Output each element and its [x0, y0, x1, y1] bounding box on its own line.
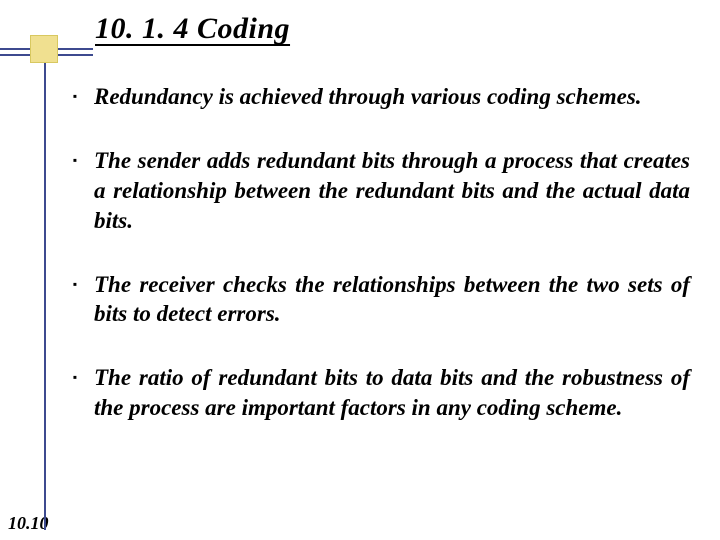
bullet-text: The receiver checks the relationships be…: [94, 270, 690, 330]
bullet-glyph: ▪: [70, 146, 80, 174]
page-number: 10.10: [8, 513, 49, 534]
bullet-glyph: ▪: [70, 270, 80, 298]
decorative-vertical-line: [44, 40, 46, 530]
content-area: ▪ Redundancy is achieved through various…: [70, 82, 690, 457]
bullet-item: ▪ The sender adds redundant bits through…: [70, 146, 690, 236]
bullet-glyph: ▪: [70, 82, 80, 110]
slide-title: 10. 1. 4 Coding: [95, 12, 700, 46]
bullet-text: The ratio of redundant bits to data bits…: [94, 363, 690, 423]
bullet-item: ▪ The ratio of redundant bits to data bi…: [70, 363, 690, 423]
bullet-text: Redundancy is achieved through various c…: [94, 82, 690, 112]
bullet-item: ▪ Redundancy is achieved through various…: [70, 82, 690, 112]
bullet-item: ▪ The receiver checks the relationships …: [70, 270, 690, 330]
title-area: 10. 1. 4 Coding: [95, 12, 700, 46]
decorative-square: [30, 35, 58, 63]
bullet-glyph: ▪: [70, 363, 80, 391]
bullet-text: The sender adds redundant bits through a…: [94, 146, 690, 236]
